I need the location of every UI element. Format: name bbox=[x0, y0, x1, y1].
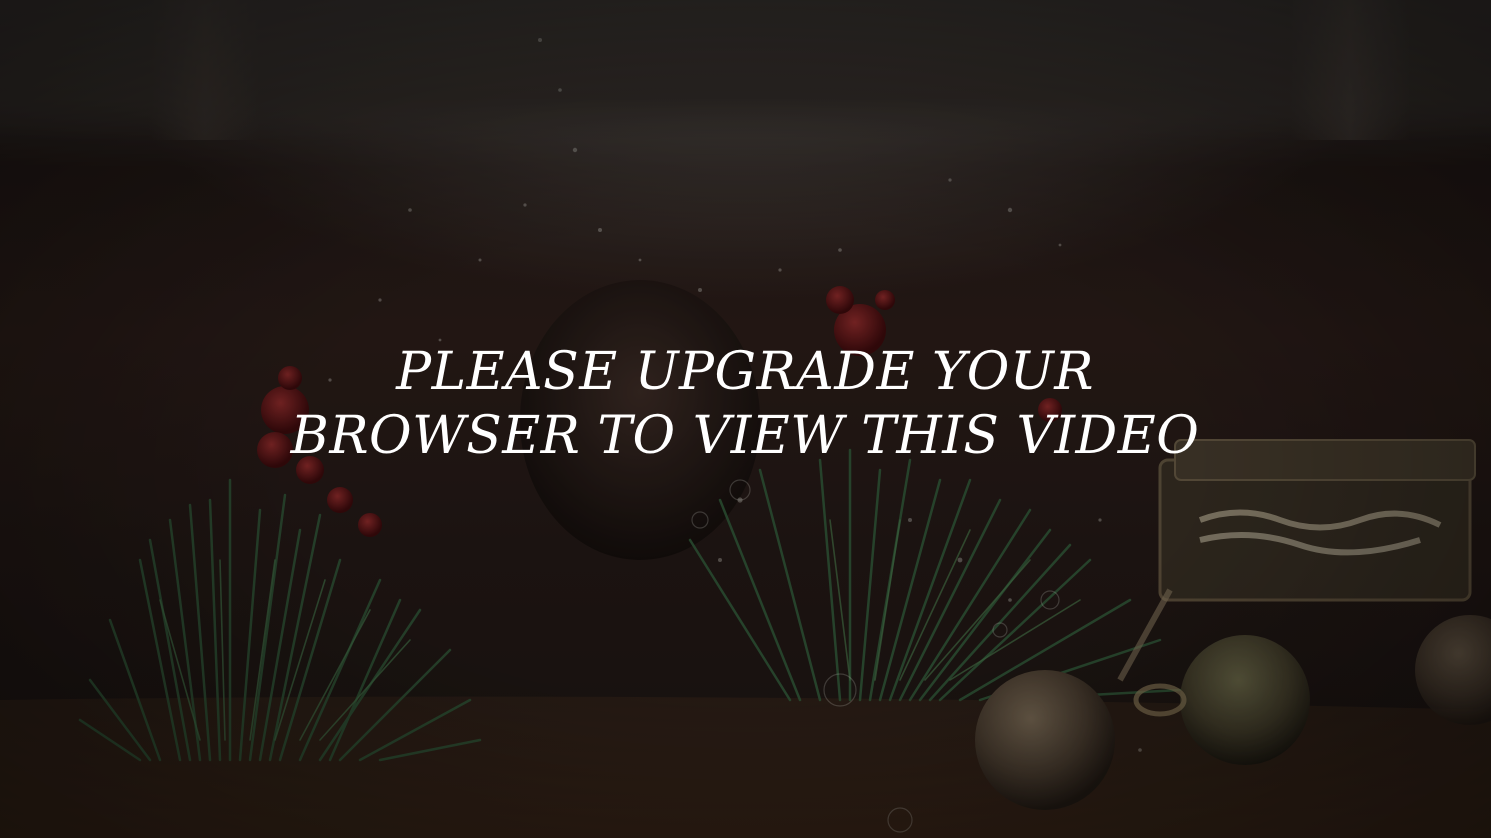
pine-branch-right bbox=[688, 448, 1182, 702]
upgrade-browser-message: PLEASE UPGRADE YOUR BROWSER TO VIEW THIS… bbox=[245, 340, 1245, 468]
message-line-1: PLEASE UPGRADE YOUR bbox=[396, 342, 1094, 402]
message-line-2: BROWSER TO VIEW THIS VIDEO bbox=[290, 406, 1200, 466]
video-fallback-background: PLEASE UPGRADE YOUR BROWSER TO VIEW THIS… bbox=[0, 0, 1491, 838]
